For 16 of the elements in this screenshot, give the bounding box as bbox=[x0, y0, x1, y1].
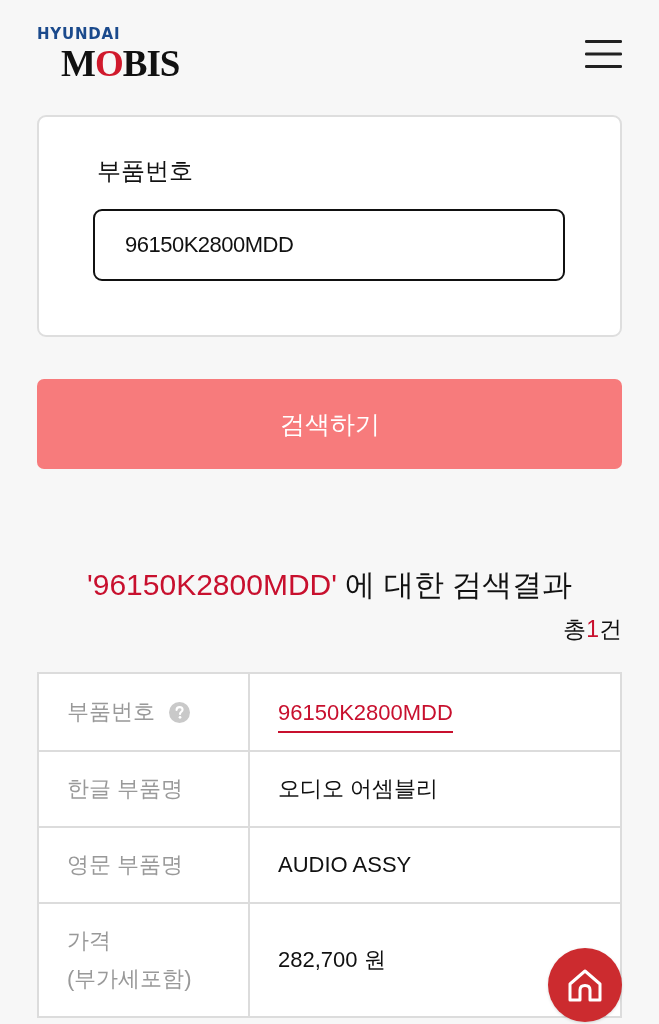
row-value: 282,700 원 bbox=[278, 946, 386, 974]
row-value: AUDIO ASSY bbox=[278, 852, 412, 878]
field-label: 부품번호 bbox=[97, 156, 193, 186]
row-label: 영문 부품명 bbox=[67, 851, 184, 879]
result-count: 총1건 bbox=[563, 615, 622, 644]
menu-icon bbox=[585, 39, 622, 69]
part-number-link[interactable]: 96150K2800MDD bbox=[278, 699, 453, 733]
result-heading: '96150K2800MDD' 에 대한 검색결과 bbox=[86, 567, 573, 603]
brand-logo[interactable]: HYUNDAI MOBIS bbox=[37, 27, 180, 82]
part-number-input[interactable]: 96150K2800MDD bbox=[93, 209, 565, 281]
row-label: 부품번호 bbox=[67, 698, 155, 726]
menu-button[interactable] bbox=[585, 39, 622, 69]
home-icon bbox=[567, 967, 603, 1003]
row-label: 가격 (부가세포함) bbox=[67, 927, 193, 993]
row-value: 오디오 어셈블리 bbox=[278, 775, 439, 803]
row-label: 한글 부품명 bbox=[67, 775, 184, 803]
